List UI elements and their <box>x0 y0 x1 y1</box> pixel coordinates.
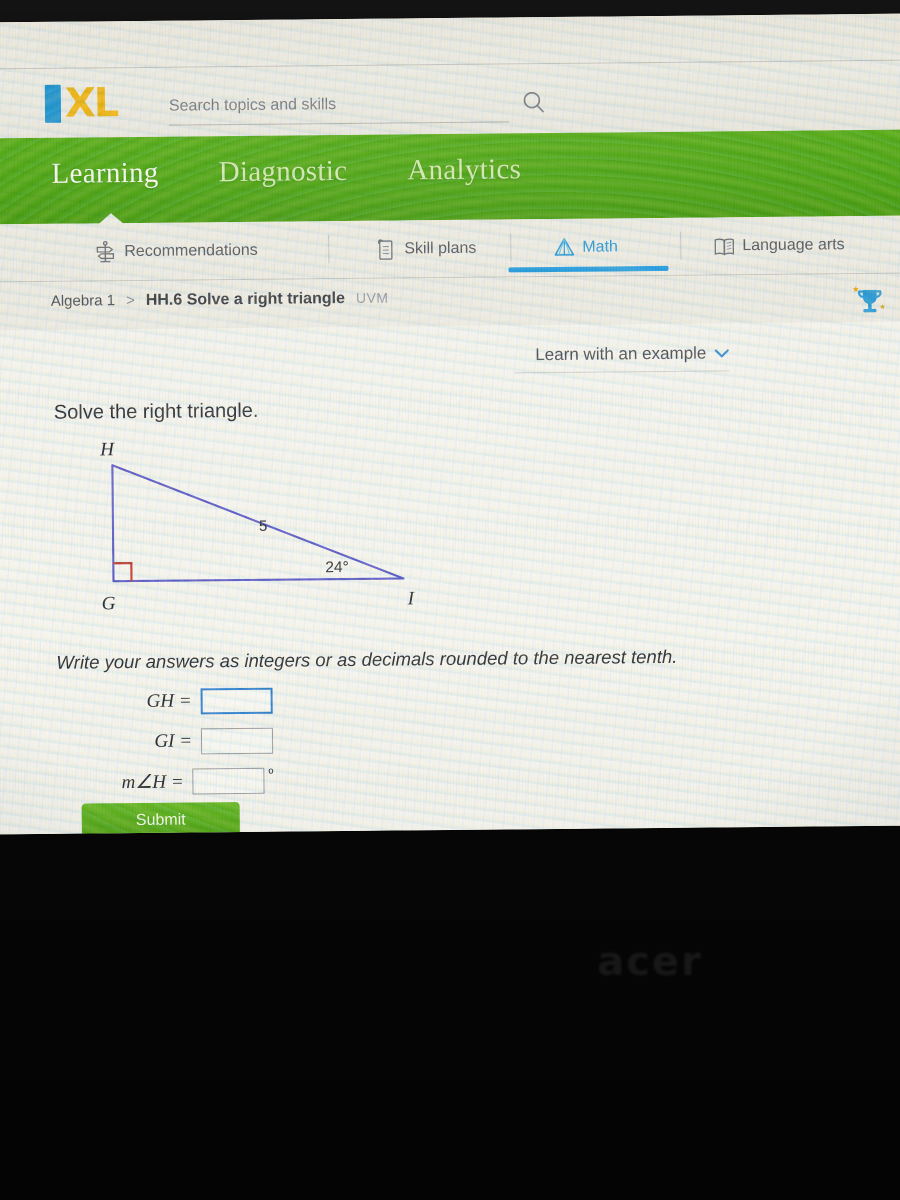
question-card: Learn with an example Solve the right tr… <box>0 321 900 835</box>
breadcrumb-row: Algebra 1 > HH.6 Solve a right triangle … <box>0 273 900 331</box>
top-divider <box>0 59 900 70</box>
green-nav-item-learning[interactable]: Learning <box>45 157 164 191</box>
tab-separator-3 <box>680 231 682 260</box>
answer-input-gi[interactable] <box>200 727 274 755</box>
answer-row-gh: GH = <box>56 684 273 720</box>
learn-link-underline <box>514 370 730 374</box>
signpost-icon <box>94 240 116 264</box>
photograph-of-screen: acer XL Search topics and skills Learnin… <box>0 0 900 1200</box>
laptop-screen: XL Learning Diagnostic <box>0 13 900 835</box>
learn-with-example-label: Learn with an example <box>535 343 707 365</box>
right-angle-marker <box>113 561 133 582</box>
vertex-label-H: H <box>99 439 115 460</box>
answer-fields: GH = GI = m∠H = º <box>56 683 357 806</box>
tab-recommendations[interactable]: Recommendations <box>94 230 258 274</box>
tab-separator-1 <box>328 235 330 264</box>
tab-separator-2 <box>510 233 512 262</box>
green-nav-bar: Learning Diagnostic Analytics <box>0 129 900 225</box>
ixl-page: XL Learning Diagnostic <box>0 13 900 835</box>
breadcrumb-grade[interactable]: Algebra 1 <box>51 292 115 310</box>
tab-skill-plans-label: Skill plans <box>404 239 477 258</box>
pyramid-icon <box>552 236 575 260</box>
green-nav-item-analytics[interactable]: Analytics <box>401 153 527 187</box>
green-nav-list: Learning Diagnostic Analytics <box>45 153 527 191</box>
ixl-logo-i-bar <box>44 84 62 123</box>
vertex-label-G: G <box>102 593 116 614</box>
question-prompt: Solve the right triangle. <box>53 399 259 424</box>
breadcrumb: Algebra 1 > HH.6 Solve a right triangle … <box>51 290 389 311</box>
tab-math[interactable]: Math <box>508 226 669 273</box>
answer-label-angle-h: m∠H = <box>121 771 184 793</box>
side-label-5: 5 <box>259 518 268 535</box>
chevron-down-icon <box>714 345 729 362</box>
green-nav-item-diagnostic[interactable]: Diagnostic <box>212 155 353 189</box>
ixl-logo-xl-text: XL <box>64 80 118 127</box>
open-book-icon <box>712 234 735 258</box>
right-triangle-figure: H G I 5 24° <box>54 434 456 624</box>
acer-brand-watermark: acer <box>597 939 703 985</box>
tab-language-arts[interactable]: Language arts <box>712 224 845 267</box>
clipboard-icon <box>374 238 396 262</box>
answer-label-gh: GH = <box>146 690 192 712</box>
answer-input-gh[interactable] <box>200 687 273 715</box>
ixl-logo[interactable]: XL <box>44 80 155 127</box>
tab-recommendations-label: Recommendations <box>124 241 258 261</box>
tab-skill-plans[interactable]: Skill plans <box>374 228 476 271</box>
subject-tab-row: Recommendations Skill plans Math Languag… <box>0 215 900 283</box>
search-icon[interactable] <box>521 89 547 115</box>
trophy-icon[interactable] <box>843 282 891 322</box>
answer-row-gi: GI = <box>57 724 274 760</box>
answer-input-angle-h[interactable] <box>192 767 265 795</box>
learn-with-example-link[interactable]: Learn with an example <box>535 343 729 365</box>
triangle-outline <box>111 464 405 583</box>
answer-row-angle-h: m∠H = º <box>57 764 273 800</box>
tab-math-active-indicator <box>508 265 669 273</box>
tab-language-arts-label: Language arts <box>742 236 845 255</box>
degree-symbol: º <box>268 765 274 781</box>
chevron-right-icon: > <box>125 292 135 310</box>
search-bar[interactable] <box>168 89 549 129</box>
answer-label-gi: GI = <box>154 730 193 752</box>
search-input[interactable] <box>168 89 510 126</box>
rounding-instruction: Write your answers as integers or as dec… <box>56 645 678 673</box>
submit-button[interactable]: Submit <box>81 802 240 835</box>
angle-label-24: 24° <box>325 559 349 576</box>
breadcrumb-skill-title: HH.6 Solve a right triangle <box>145 290 346 309</box>
vertex-label-I: I <box>407 588 416 609</box>
tab-math-label: Math <box>582 238 618 256</box>
top-bar: XL <box>0 13 900 139</box>
breadcrumb-skill-code: UVM <box>355 289 389 306</box>
